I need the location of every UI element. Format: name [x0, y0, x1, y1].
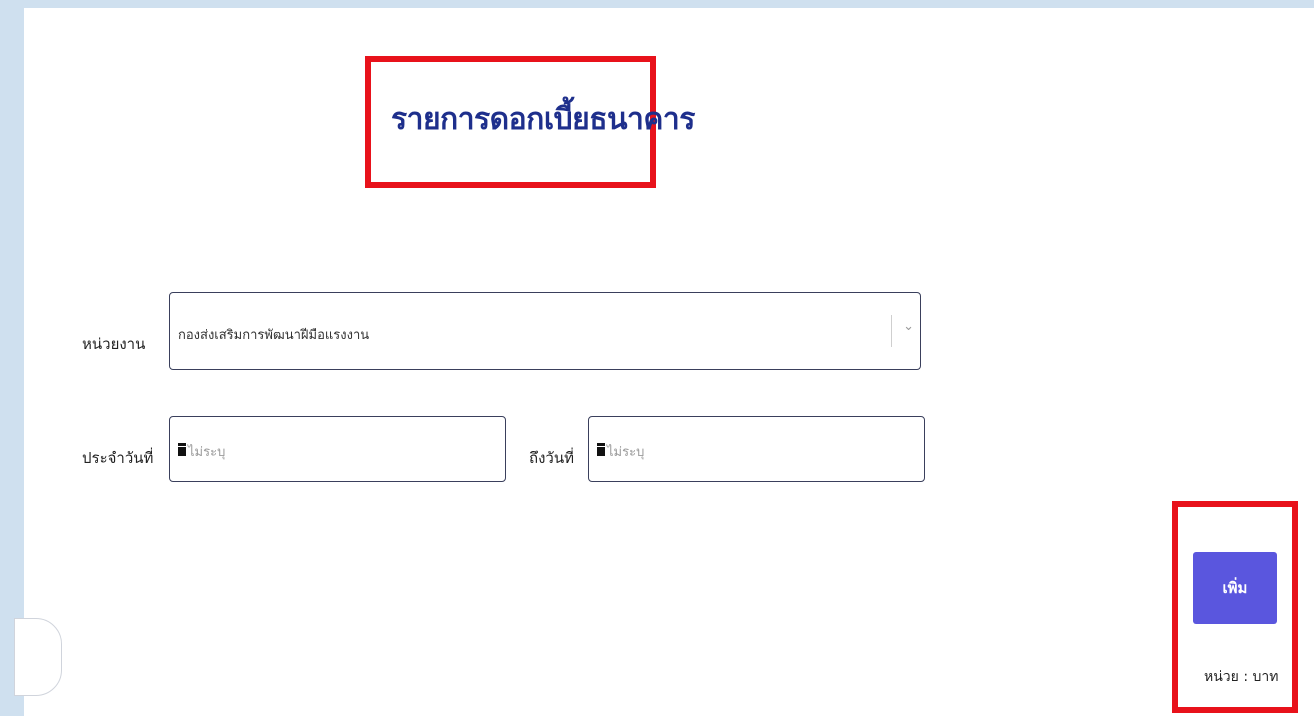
- page-title: รายการดอกเบี้ยธนาคาร: [391, 102, 695, 137]
- partial-side-element: [14, 618, 62, 696]
- to-date-placeholder: ไม่ระบุ: [607, 445, 645, 460]
- chevron-down-icon[interactable]: ⌄: [903, 319, 914, 334]
- content-panel: รายการดอกเบี้ยธนาคาร หน่วยงาน กองส่งเสริ…: [14, 8, 1314, 716]
- to-date-input[interactable]: ไม่ระบุ: [588, 416, 925, 482]
- agency-select[interactable]: กองส่งเสริมการพัฒนาฝีมือแรงงาน ⌄: [169, 292, 921, 370]
- from-date-label: ประจำวันที่: [82, 449, 154, 467]
- agency-select-value: กองส่งเสริมการพัฒนาฝีมือแรงงาน: [178, 328, 370, 343]
- calendar-icon: [178, 443, 186, 456]
- add-button[interactable]: เพิ่ม: [1193, 552, 1277, 624]
- to-date-label: ถึงวันที่: [529, 449, 574, 467]
- select-separator: [891, 315, 892, 347]
- calendar-icon: [597, 443, 605, 456]
- from-date-placeholder: ไม่ระบุ: [188, 445, 226, 460]
- unit-label: หน่วย : บาท: [1204, 669, 1279, 685]
- from-date-input[interactable]: ไม่ระบุ: [169, 416, 506, 482]
- agency-label: หน่วยงาน: [82, 335, 146, 353]
